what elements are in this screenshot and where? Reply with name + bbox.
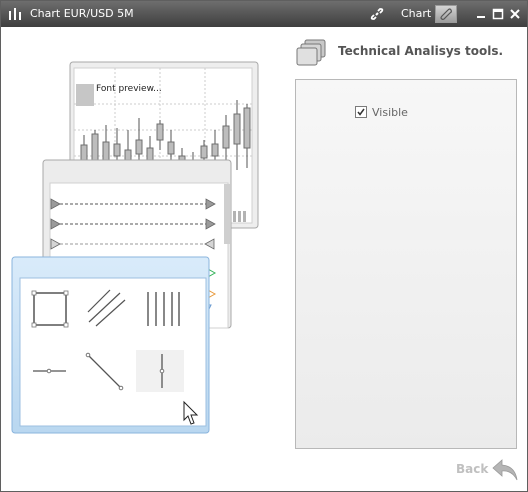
title-bar[interactable]: Chart EUR/USD 5M Chart <box>1 1 527 27</box>
visible-label: Visible <box>372 106 408 119</box>
close-icon[interactable] <box>509 8 521 20</box>
minimize-icon[interactable] <box>475 8 487 20</box>
window-title: Chart EUR/USD 5M <box>30 7 134 20</box>
chart-bars-icon <box>9 8 21 20</box>
maximize-icon[interactable] <box>492 8 504 20</box>
font-preview-label: Font preview... <box>96 84 162 94</box>
checkmark-icon <box>357 108 365 116</box>
link-icon[interactable] <box>369 6 385 22</box>
stacked-cards-icon <box>296 39 326 66</box>
chart-label: Chart <box>401 7 432 20</box>
back-button-label[interactable]: Back <box>456 462 488 476</box>
properties-panel <box>295 79 517 449</box>
visible-checkbox[interactable] <box>355 106 367 118</box>
panel-title: Technical Analisys tools. <box>338 44 504 58</box>
attach-button[interactable] <box>435 5 457 23</box>
back-arrow-icon[interactable] <box>490 456 520 482</box>
paperclip-icon <box>440 8 452 20</box>
